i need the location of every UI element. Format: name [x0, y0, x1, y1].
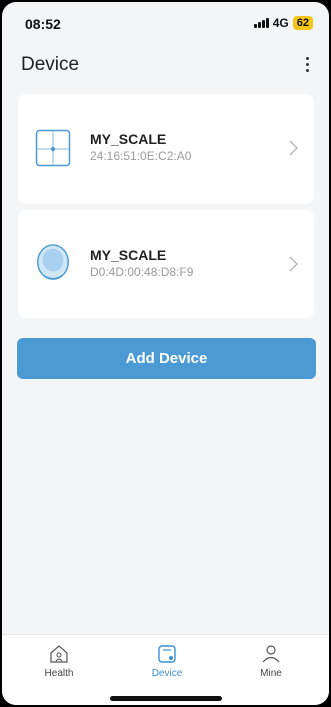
- device-card[interactable]: MY_SCALE 24:16:51:0E:C2:A0: [18, 94, 314, 204]
- add-device-button[interactable]: Add Device: [17, 338, 316, 379]
- nav-label-mine: Mine: [260, 668, 282, 679]
- battery-badge: 62: [292, 16, 313, 30]
- page-title: Device: [21, 54, 80, 75]
- device-mac-address: 24:16:51:0E:C2:A0: [90, 149, 192, 163]
- nav-item-device[interactable]: Device: [127, 643, 207, 679]
- home-icon: [50, 645, 68, 663]
- network-type: 4G: [272, 16, 289, 30]
- nav-label-device: Device: [151, 668, 183, 679]
- signal-icon: [253, 18, 269, 28]
- bottom-nav: Health Device Mine: [2, 634, 329, 705]
- nav-label-health: Health: [44, 668, 74, 679]
- nav-item-health[interactable]: Health: [19, 643, 99, 679]
- device-icon: [158, 645, 176, 663]
- device-name: MY_SCALE: [90, 247, 167, 263]
- round-scale-icon: [37, 244, 69, 280]
- more-vertical-icon[interactable]: [297, 52, 317, 76]
- header: Device: [2, 46, 329, 82]
- device-card[interactable]: MY_SCALE D0:4D:00:48:D8:F9: [18, 210, 314, 318]
- status-bar: 08:52 4G 62: [2, 2, 329, 42]
- status-indicators: 4G 62: [253, 16, 313, 30]
- device-name: MY_SCALE: [90, 131, 167, 147]
- home-indicator: [110, 696, 222, 701]
- app-screen: 08:52 4G 62 Device MY_SCALE 24:16:51:0E:…: [2, 2, 329, 705]
- square-scale-icon: [35, 129, 71, 167]
- nav-item-mine[interactable]: Mine: [231, 643, 311, 679]
- chevron-right-icon: [289, 256, 298, 272]
- status-time: 08:52: [25, 16, 61, 32]
- chevron-right-icon: [289, 140, 298, 156]
- device-mac-address: D0:4D:00:48:D8:F9: [90, 265, 194, 279]
- person-icon: [262, 645, 280, 663]
